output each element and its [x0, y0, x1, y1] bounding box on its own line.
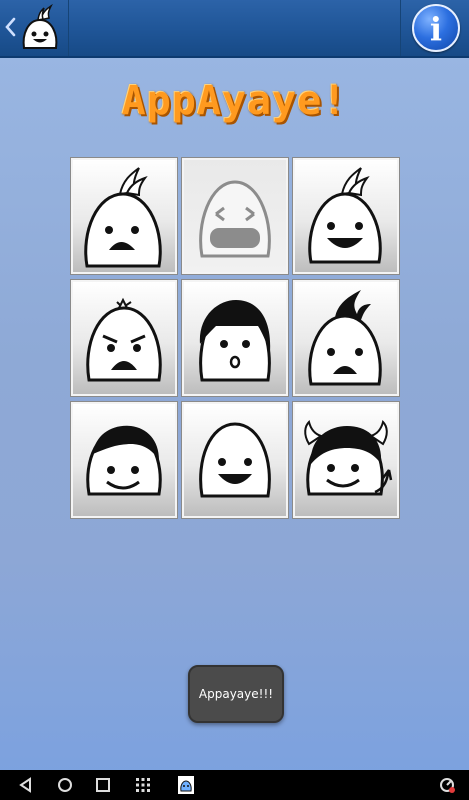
face-tile-7[interactable]: [71, 402, 177, 518]
face-tile-4[interactable]: [71, 280, 177, 396]
ghost-avatar-icon: [22, 4, 58, 49]
app-thumbnail-icon[interactable]: [177, 775, 195, 795]
devil-girl-face-icon: [304, 420, 393, 496]
info-button-area[interactable]: i: [400, 0, 469, 56]
apps-grid-icon[interactable]: [133, 775, 153, 795]
face-tile-9[interactable]: [293, 402, 399, 518]
spiky-hair-smiling-face-icon: [308, 167, 382, 264]
face-grid: [71, 158, 399, 518]
boy-smiling-face-icon: [86, 425, 162, 496]
face-tile-2[interactable]: [182, 158, 288, 274]
face-tile-5[interactable]: [182, 280, 288, 396]
bald-smiling-face-icon: [199, 422, 271, 498]
back-icon[interactable]: [16, 775, 36, 795]
back-button[interactable]: [0, 0, 69, 56]
home-icon[interactable]: [55, 775, 75, 795]
back-chevron-icon: [5, 17, 16, 37]
info-icon[interactable]: i: [412, 4, 460, 52]
system-navigation-bar: [0, 770, 469, 800]
recents-icon[interactable]: [93, 775, 113, 795]
top-action-bar: i: [0, 0, 469, 58]
mohawk-sad-face-icon: [308, 290, 382, 386]
spiky-hair-scared-face-icon: [84, 167, 162, 268]
face-tile-3[interactable]: [293, 158, 399, 274]
sleepy-yawning-face-icon: [199, 180, 271, 258]
face-tile-6[interactable]: [293, 280, 399, 396]
status-indicator-icon: [440, 778, 455, 793]
toast-message: Appayaye!!!: [188, 665, 284, 723]
angry-face-icon: [86, 297, 162, 382]
girl-surprised-face-icon: [199, 300, 271, 382]
app-title: AppAyaye!: [121, 78, 348, 124]
face-tile-8[interactable]: [182, 402, 288, 518]
face-tile-1[interactable]: [71, 158, 177, 274]
